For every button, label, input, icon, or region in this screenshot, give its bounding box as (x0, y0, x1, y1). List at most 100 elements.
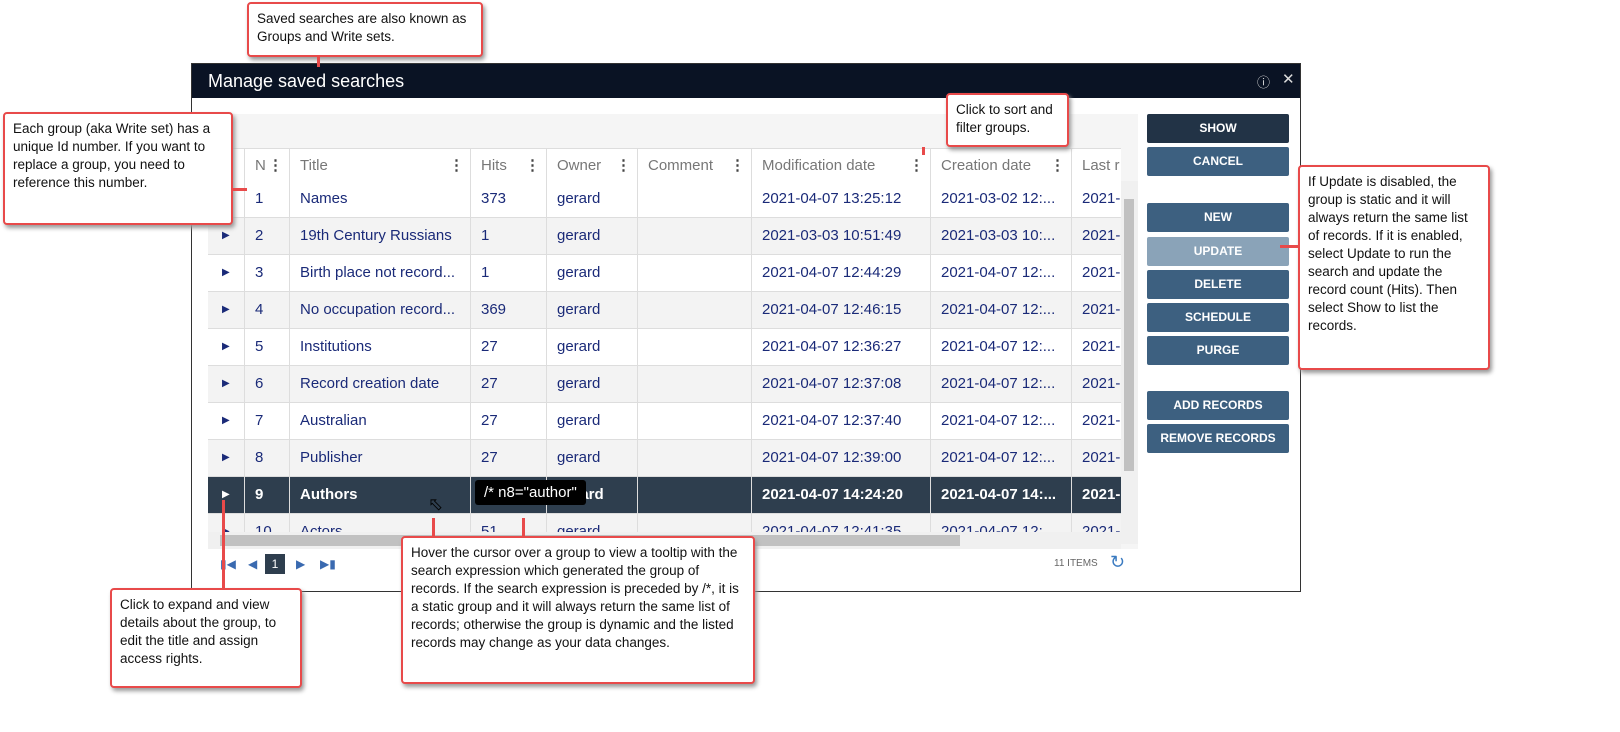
help-icon[interactable]: ⓘ (1257, 72, 1270, 91)
expand-row-icon[interactable]: ▶ (208, 292, 244, 328)
add-records-button[interactable]: ADD RECORDS (1147, 391, 1289, 420)
cell-last: 2021- (1071, 440, 1121, 476)
arrow (233, 188, 247, 191)
cell-comment (637, 440, 751, 476)
cell-last: 2021- (1071, 477, 1121, 513)
column-menu-icon[interactable]: ⋮ (730, 149, 745, 182)
table-row[interactable]: ▶ 5 Institutions 27 gerard 2021-04-07 12:36:2… (208, 329, 1121, 366)
remove-records-button[interactable]: REMOVE RECORDS (1147, 424, 1289, 453)
column-header-label: Title (300, 157, 328, 174)
cell-n: 8 (244, 440, 289, 476)
cell-owner: gerard (546, 366, 637, 402)
close-icon[interactable]: ✕ (1282, 70, 1295, 88)
column-menu-icon[interactable]: ⋮ (525, 149, 540, 182)
cell-comment (637, 255, 751, 291)
column-header[interactable]: Owner ⋮ (546, 149, 637, 182)
table-row[interactable]: ▶ 3 Birth place not record... 1 gerard 2021-0… (208, 255, 1121, 292)
column-header-label: Hits (481, 157, 507, 174)
table-row[interactable]: ▶1Names373gerard2021-04-07 13:25:122021-… (208, 181, 1121, 218)
cell-comment (637, 403, 751, 439)
column-header[interactable]: Last r (1071, 149, 1121, 182)
cell-created: 2021-03-03 10:... (930, 218, 1071, 254)
expand-row-icon[interactable]: ▶ (208, 440, 244, 476)
cell-mod: 2021-03-03 10:51:49 (751, 218, 930, 254)
delete-button[interactable]: DELETE (1147, 270, 1289, 299)
cell-mod: 2021-04-07 12:37:08 (751, 366, 930, 402)
cell-created: 2021-04-07 12:... (930, 292, 1071, 328)
cell-n: 4 (244, 292, 289, 328)
column-header[interactable]: Title ⋮ (289, 149, 470, 182)
column-header[interactable]: Modification date ⋮ (751, 149, 930, 182)
prev-page-icon[interactable]: ◀ (248, 557, 257, 571)
cell-last: 2021- (1071, 329, 1121, 365)
column-menu-icon[interactable]: ⋮ (449, 149, 464, 182)
dialog-title: Manage saved searches (208, 71, 405, 91)
grid-header: N ⋮ Title ⋮ Hits ⋮ Owner ⋮ Comment ⋮ Modification … (208, 148, 1121, 183)
expand-row-icon[interactable]: ▶ (208, 366, 244, 402)
cell-last: 2021- (1071, 255, 1121, 291)
cell-comment (637, 329, 751, 365)
cell-created: 2021-04-07 12:... (930, 366, 1071, 402)
table-row[interactable]: ▶ 2 19th Century Russians 1 gerard 2021-03-03… (208, 218, 1121, 255)
cell-owner: gerard (546, 292, 637, 328)
cell-created: 2021-04-07 12:... (930, 255, 1071, 291)
arrow (432, 518, 435, 536)
callout-id-number: Each group (aka Write set) has a unique … (3, 112, 233, 225)
column-header-label: N (255, 157, 266, 174)
table-row[interactable]: ▶ 7 Australian 27 gerard 2021-04-07 12:37:40 2… (208, 403, 1121, 440)
expand-row-icon[interactable]: ▶ (208, 329, 244, 365)
cell-title: Australian (289, 403, 470, 439)
cell-created: 2021-04-07 12:... (930, 440, 1071, 476)
page-button[interactable]: 1 (265, 554, 285, 574)
cell-hits: 27 (470, 440, 546, 476)
cell-comment (637, 292, 751, 328)
cell-last: 2021- (1071, 218, 1121, 254)
refresh-icon[interactable]: ↻ (1110, 552, 1125, 573)
column-header[interactable]: Comment ⋮ (637, 149, 751, 182)
cell-owner: gerard (546, 329, 637, 365)
cancel-button[interactable]: CANCEL (1147, 147, 1289, 176)
cell-n: 9 (244, 477, 289, 513)
update-button[interactable]: UPDATE (1147, 237, 1289, 266)
new-button[interactable]: NEW (1147, 203, 1289, 232)
cell-title: Institutions (289, 329, 470, 365)
cell-n: 2 (244, 218, 289, 254)
table-row[interactable]: ▶9Authorsgerard2021-04-07 14:24:202021-0… (208, 477, 1121, 514)
column-header[interactable]: N ⋮ (244, 149, 289, 182)
table-row[interactable]: ▶ 6 Record creation date 27 gerard 2021-04-07… (208, 366, 1121, 403)
mouse-cursor-icon: ⬁ (428, 494, 444, 514)
cell-comment (637, 181, 751, 217)
callout-saved-searches: Saved searches are also known as Groups … (247, 2, 483, 57)
cell-owner: gerard (546, 403, 637, 439)
column-header[interactable]: Hits ⋮ (470, 149, 546, 182)
column-header[interactable]: Creation date ⋮ (930, 149, 1071, 182)
schedule-button[interactable]: SCHEDULE (1147, 303, 1289, 332)
cell-last: 2021- (1071, 292, 1121, 328)
expand-row-icon[interactable]: ▶ (208, 255, 244, 291)
last-page-icon[interactable]: ▶▮ (320, 557, 336, 571)
cell-last: 2021- (1071, 181, 1121, 217)
cell-created: 2021-04-07 14:... (930, 477, 1071, 513)
show-button[interactable]: SHOW (1147, 114, 1289, 143)
column-menu-icon[interactable]: ⋮ (268, 149, 283, 182)
cell-mod: 2021-04-07 13:25:12 (751, 181, 930, 217)
next-page-icon[interactable]: ▶ (296, 557, 305, 571)
manage-saved-searches-dialog: Manage saved searches ⓘ ✕ N ⋮ Title ⋮ Hits ⋮ O… (191, 63, 1301, 592)
cell-n: 5 (244, 329, 289, 365)
vertical-scrollbar[interactable] (1121, 181, 1138, 544)
cell-owner: gerard (546, 181, 637, 217)
table-row[interactable]: ▶ 4 No occupation record... 369 gerard 2021-0… (208, 292, 1121, 329)
cell-owner: gerard (546, 440, 637, 476)
column-menu-icon[interactable]: ⋮ (616, 149, 631, 182)
cell-n: 1 (244, 181, 289, 217)
table-row[interactable]: ▶ 8 Publisher 27 gerard 2021-04-07 12:39:00 20… (208, 440, 1121, 477)
column-header-label: Creation date (941, 157, 1032, 174)
cell-hits: 27 (470, 366, 546, 402)
cell-title: 19th Century Russians (289, 218, 470, 254)
cell-hits: 27 (470, 329, 546, 365)
expand-row-icon[interactable]: ▶ (208, 403, 244, 439)
column-menu-icon[interactable]: ⋮ (1050, 149, 1065, 182)
column-header-label: Owner (557, 157, 602, 174)
expand-row-icon[interactable]: ▶ (208, 477, 244, 513)
purge-button[interactable]: PURGE (1147, 336, 1289, 365)
